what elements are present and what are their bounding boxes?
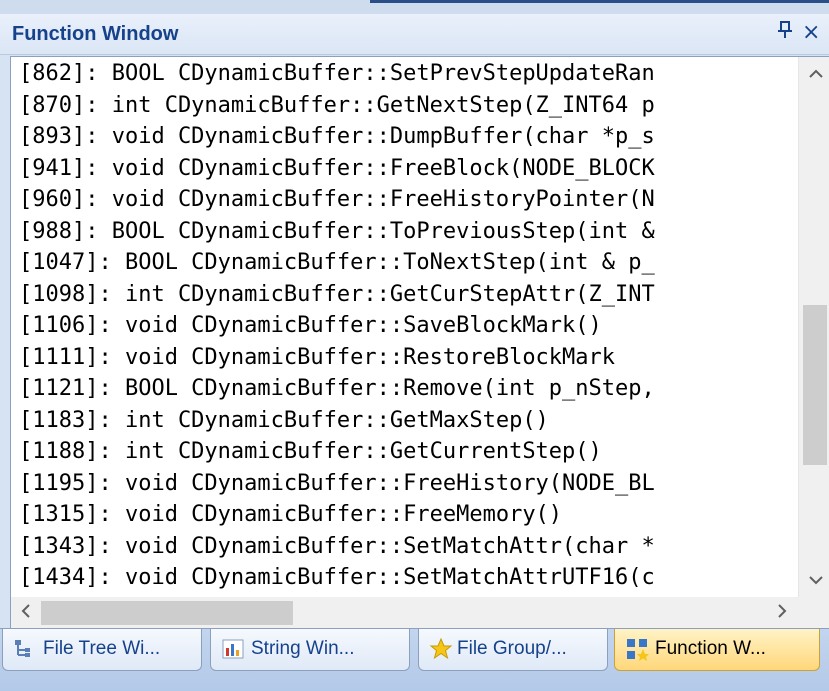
horizontal-scrollbar[interactable] [11, 597, 798, 629]
vertical-scrollbar[interactable] [798, 57, 829, 597]
scroll-down-arrow[interactable] [799, 567, 829, 595]
chevron-right-icon [778, 604, 787, 618]
tab-string-window-label: String Win... [251, 638, 355, 659]
function-list-item[interactable]: [1315]: void CDynamicBuffer::FreeMemory(… [19, 500, 562, 530]
top-strip-segment [370, 0, 829, 3]
function-list-item[interactable]: [893]: void CDynamicBuffer::DumpBuffer(c… [19, 122, 655, 152]
pin-icon-svg [778, 21, 792, 38]
string-chart-icon [222, 639, 244, 659]
function-list-item[interactable]: [1434]: void CDynamicBuffer::SetMatchAtt… [19, 563, 655, 593]
function-list-item[interactable]: [1098]: int CDynamicBuffer::GetCurStepAt… [19, 280, 655, 310]
function-list-item[interactable]: [960]: void CDynamicBuffer::FreeHistoryP… [19, 185, 655, 215]
tab-file-tree[interactable]: File Tree Wi... [2, 629, 202, 671]
tab-function-window[interactable]: Function W... [614, 629, 820, 671]
function-icon [627, 639, 649, 661]
function-list-item[interactable]: [1195]: void CDynamicBuffer::FreeHistory… [19, 469, 655, 499]
function-list-item[interactable]: [1111]: void CDynamicBuffer::RestoreBloc… [19, 343, 615, 373]
function-list-item[interactable]: [870]: int CDynamicBuffer::GetNextStep(Z… [19, 91, 655, 121]
function-list-item[interactable]: [1343]: void CDynamicBuffer::SetMatchAtt… [19, 532, 655, 562]
panel-titlebar: Function Window × [0, 14, 829, 55]
file-tree-icon [15, 640, 30, 657]
function-list-item[interactable]: [1121]: BOOL CDynamicBuffer::Remove(int … [19, 374, 655, 404]
function-list[interactable]: [862]: BOOL CDynamicBuffer::SetPrevStepU… [11, 57, 798, 597]
star-icon [429, 637, 453, 660]
chevron-left-icon [21, 604, 30, 618]
horizontal-scroll-thumb[interactable] [41, 601, 293, 625]
function-list-area: [862]: BOOL CDynamicBuffer::SetPrevStepU… [10, 56, 829, 629]
function-list-item[interactable]: [988]: BOOL CDynamicBuffer::ToPreviousSt… [19, 217, 655, 247]
function-list-item[interactable]: [1047]: BOOL CDynamicBuffer::ToNextStep(… [19, 248, 655, 278]
function-list-item[interactable]: [941]: void CDynamicBuffer::FreeBlock(NO… [19, 154, 655, 184]
tab-function-window-label: Function W... [655, 638, 766, 659]
function-window-frame: Function Window × [862]: BOOL CDynamicBu… [0, 0, 829, 691]
vertical-scroll-thumb[interactable] [803, 305, 827, 465]
top-strip [0, 0, 829, 14]
chevron-down-icon [808, 576, 823, 585]
function-list-item[interactable]: [862]: BOOL CDynamicBuffer::SetPrevStepU… [19, 59, 655, 89]
close-icon[interactable]: × [802, 20, 820, 45]
tab-file-group-label: File Group/... [457, 638, 567, 659]
scrollbar-corner [798, 597, 829, 629]
function-list-item[interactable]: [1106]: void CDynamicBuffer::SaveBlockMa… [19, 311, 602, 341]
panel-tab-strip: File Tree Wi... String Win... File Group… [0, 628, 829, 691]
pin-icon[interactable] [777, 20, 793, 45]
chevron-up-icon [808, 69, 823, 78]
scroll-right-arrow[interactable] [767, 597, 797, 629]
scroll-left-arrow[interactable] [11, 597, 41, 629]
scroll-up-arrow[interactable] [799, 61, 829, 89]
function-list-item[interactable]: [1188]: int CDynamicBuffer::GetCurrentSt… [19, 437, 602, 467]
tab-file-group[interactable]: File Group/... [418, 629, 608, 671]
panel-title: Function Window [12, 23, 179, 45]
tab-file-tree-label: File Tree Wi... [43, 638, 161, 659]
function-list-item[interactable]: [1183]: int CDynamicBuffer::GetMaxStep() [19, 406, 549, 436]
tab-string-window[interactable]: String Win... [210, 629, 410, 671]
